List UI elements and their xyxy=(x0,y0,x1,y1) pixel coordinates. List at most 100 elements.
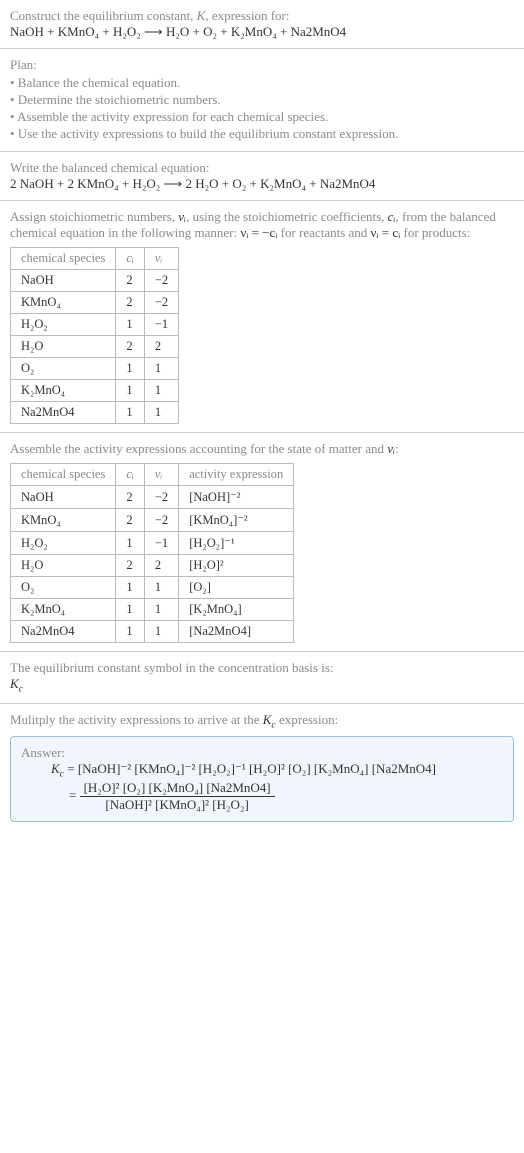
table-row: H₂O₂1−1 xyxy=(11,314,179,336)
cell: 1 xyxy=(116,314,145,336)
unbalanced-equation: NaOH + KMnO₄ + H₂O₂ ⟶ H₂O + O₂ + K₂MnO₄ … xyxy=(10,24,514,40)
th-species: chemical species xyxy=(11,464,116,486)
cell: 2 xyxy=(144,555,178,577)
multiply-text-a: Mulitply the activity expressions to arr… xyxy=(10,712,263,727)
cell: K₂MnO₄ xyxy=(11,599,116,621)
kc-symbol: Kc xyxy=(10,676,514,695)
cell: [H₂O₂]⁻¹ xyxy=(179,532,294,555)
cell: 1 xyxy=(116,532,145,555)
plan-item: • Determine the stoichiometric numbers. xyxy=(10,92,514,108)
table-row: Na2MnO411[Na2MnO4] xyxy=(11,621,294,643)
cell: 2 xyxy=(116,486,145,509)
activity-text: Assemble the activity expressions accoun… xyxy=(10,441,514,457)
multiply-section: Mulitply the activity expressions to arr… xyxy=(0,704,524,830)
cell: 1 xyxy=(144,621,178,643)
th-nu: νᵢ xyxy=(144,248,178,270)
cell: −1 xyxy=(144,314,178,336)
cell: Na2MnO4 xyxy=(11,621,116,643)
cell: [NaOH]⁻² xyxy=(179,486,294,509)
cell: 2 xyxy=(116,509,145,532)
cell: 1 xyxy=(144,402,178,424)
prompt-text-1: Construct the equilibrium constant, xyxy=(10,8,197,23)
cell: 1 xyxy=(116,577,145,599)
cell: −2 xyxy=(144,509,178,532)
table-row: H₂O₂1−1[H₂O₂]⁻¹ xyxy=(11,532,294,555)
question-prompt: Construct the equilibrium constant, K, e… xyxy=(10,8,514,24)
stoich-text-d: for reactants and xyxy=(277,225,370,240)
cell: −1 xyxy=(144,532,178,555)
fraction-numerator: [H₂O]² [O₂] [K₂MnO₄] [Na2MnO4] xyxy=(80,780,275,797)
cell: 2 xyxy=(144,336,178,358)
th-activity: activity expression xyxy=(179,464,294,486)
stoich-table: chemical species cᵢ νᵢ NaOH2−2 KMnO₄2−2 … xyxy=(10,247,179,424)
kc-symbol-section: The equilibrium constant symbol in the c… xyxy=(0,652,524,704)
table-row: NaOH2−2[NaOH]⁻² xyxy=(11,486,294,509)
cell: 2 xyxy=(116,292,145,314)
question-section: Construct the equilibrium constant, K, e… xyxy=(0,0,524,49)
table-header-row: chemical species cᵢ νᵢ xyxy=(11,248,179,270)
activity-table: chemical species cᵢ νᵢ activity expressi… xyxy=(10,463,294,643)
table-header-row: chemical species cᵢ νᵢ activity expressi… xyxy=(11,464,294,486)
table-row: Na2MnO411 xyxy=(11,402,179,424)
table-row: KMnO₄2−2[KMnO₄]⁻² xyxy=(11,509,294,532)
plan-title: Plan: xyxy=(10,57,514,73)
nu-symbol: νᵢ xyxy=(178,209,186,224)
cell: [KMnO₄]⁻² xyxy=(179,509,294,532)
table-row: KMnO₄2−2 xyxy=(11,292,179,314)
th-nu: νᵢ xyxy=(144,464,178,486)
cell: NaOH xyxy=(11,486,116,509)
answer-label: Answer: xyxy=(21,745,503,761)
plan-item: • Assemble the activity expression for e… xyxy=(10,109,514,125)
table-row: H₂O22 xyxy=(11,336,179,358)
cell: 1 xyxy=(116,599,145,621)
table-row: H₂O22[H₂O]² xyxy=(11,555,294,577)
cell: −2 xyxy=(144,270,178,292)
balanced-equation: 2 NaOH + 2 KMnO₄ + H₂O₂ ⟶ 2 H₂O + O₂ + K… xyxy=(10,176,514,192)
cell: 2 xyxy=(116,270,145,292)
stoich-rel2: νᵢ = cᵢ xyxy=(371,225,401,240)
cell: H₂O₂ xyxy=(11,532,116,555)
table-row: K₂MnO₄11 xyxy=(11,380,179,402)
answer-expr1: = [NaOH]⁻² [KMnO₄]⁻² [H₂O₂]⁻¹ [H₂O]² [O₂… xyxy=(64,761,436,776)
stoich-section: Assign stoichiometric numbers, νᵢ, using… xyxy=(0,201,524,433)
cell: [O₂] xyxy=(179,577,294,599)
plan-bullets: • Balance the chemical equation. • Deter… xyxy=(10,75,514,142)
prompt-text-2: , expression for: xyxy=(205,8,289,23)
answer-box: Answer: Kc = [NaOH]⁻² [KMnO₄]⁻² [H₂O₂]⁻¹… xyxy=(10,736,514,822)
th-ci: cᵢ xyxy=(116,464,145,486)
cell: [H₂O]² xyxy=(179,555,294,577)
multiply-text: Mulitply the activity expressions to arr… xyxy=(10,712,514,731)
cell: H₂O xyxy=(11,336,116,358)
cell: [Na2MnO4] xyxy=(179,621,294,643)
table-row: NaOH2−2 xyxy=(11,270,179,292)
cell: 1 xyxy=(144,577,178,599)
cell: Na2MnO4 xyxy=(11,402,116,424)
cell: 1 xyxy=(144,599,178,621)
cell: K₂MnO₄ xyxy=(11,380,116,402)
cell: O₂ xyxy=(11,577,116,599)
cell: 1 xyxy=(116,621,145,643)
plan-section: Plan: • Balance the chemical equation. •… xyxy=(0,49,524,152)
multiply-text-b: expression: xyxy=(276,712,338,727)
activity-section: Assemble the activity expressions accoun… xyxy=(0,433,524,652)
activity-text-a: Assemble the activity expressions accoun… xyxy=(10,441,387,456)
answer-fraction: [H₂O]² [O₂] [K₂MnO₄] [Na2MnO4] [NaOH]² [… xyxy=(80,780,275,813)
cell: 1 xyxy=(144,358,178,380)
cell: KMnO₄ xyxy=(11,292,116,314)
stoich-text: Assign stoichiometric numbers, νᵢ, using… xyxy=(10,209,514,241)
stoich-text-e: for products: xyxy=(400,225,470,240)
table-row: O₂11 xyxy=(11,358,179,380)
nu-symbol: νᵢ xyxy=(387,441,395,456)
cell: O₂ xyxy=(11,358,116,380)
cell: 2 xyxy=(116,555,145,577)
kc-inline: Kc xyxy=(263,712,276,727)
stoich-text-b: , using the stoichiometric coefficients, xyxy=(186,209,388,224)
answer-line2: = [H₂O]² [O₂] [K₂MnO₄] [Na2MnO4] [NaOH]²… xyxy=(69,780,503,813)
cell: H₂O₂ xyxy=(11,314,116,336)
stoich-text-a: Assign stoichiometric numbers, xyxy=(10,209,178,224)
table-row: K₂MnO₄11[K₂MnO₄] xyxy=(11,599,294,621)
answer-line1: Kc = [NaOH]⁻² [KMnO₄]⁻² [H₂O₂]⁻¹ [H₂O]² … xyxy=(51,761,503,780)
activity-text-b: : xyxy=(395,441,399,456)
balanced-title: Write the balanced chemical equation: xyxy=(10,160,514,176)
cell: 1 xyxy=(116,358,145,380)
